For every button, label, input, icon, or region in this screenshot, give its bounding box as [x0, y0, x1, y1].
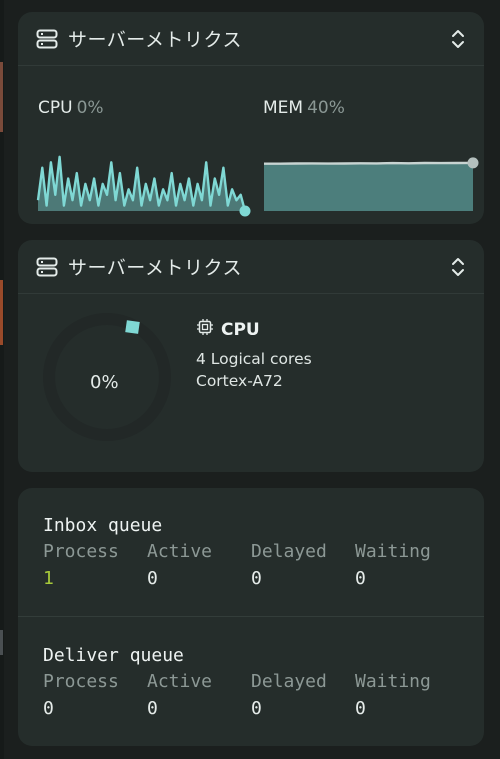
server-icon	[36, 29, 58, 49]
job-queue-widget: Inbox queue Process Active Delayed Waiti…	[18, 488, 484, 746]
mem-line	[264, 161, 474, 165]
mem-area-chart	[264, 157, 479, 211]
queue-divider	[18, 616, 484, 617]
inbox-delayed-value: 0	[251, 568, 262, 589]
inbox-header-delayed: Delayed	[251, 541, 327, 562]
widget-header: サーバーメトリクス	[18, 240, 484, 294]
mem-latest-point	[467, 157, 479, 169]
deliver-header-process: Process	[43, 671, 119, 692]
inbox-waiting-value: 0	[355, 568, 366, 589]
gauge-indicator	[125, 320, 140, 334]
background-edge	[0, 0, 4, 759]
cpu-chart-label: CPU 0%	[38, 98, 104, 118]
cpu-cores-text: 4 Logical cores	[196, 350, 312, 368]
deliver-header-delayed: Delayed	[251, 671, 327, 692]
server-metrics-chart-widget: サーバーメトリクス CPU 0% MEM 40%	[18, 12, 484, 224]
deliver-process-value: 0	[43, 698, 54, 719]
deliver-waiting-value: 0	[355, 698, 366, 719]
mem-value: 40%	[307, 98, 345, 118]
edge-fragment	[0, 630, 3, 655]
chevron-up-down-icon[interactable]	[450, 28, 466, 50]
mem-label: MEM	[263, 98, 304, 118]
deliver-active-value: 0	[147, 698, 158, 719]
cpu-chip-icon	[196, 318, 221, 341]
deliver-queue-title: Deliver queue	[43, 645, 184, 666]
chevron-up-down-icon[interactable]	[450, 256, 466, 278]
edge-fragment	[0, 280, 3, 345]
cpu-label: CPU	[38, 98, 73, 118]
deliver-delayed-value: 0	[251, 698, 262, 719]
server-icon	[36, 257, 58, 277]
cpu-model-text: Cortex-A72	[196, 372, 283, 390]
deliver-header-active: Active	[147, 671, 213, 692]
widget-title: サーバーメトリクス	[68, 257, 242, 279]
deliver-header-waiting: Waiting	[355, 671, 431, 692]
inbox-active-value: 0	[147, 568, 158, 589]
inbox-queue-title: Inbox queue	[43, 515, 163, 536]
cpu-usage-value: 0%	[90, 372, 119, 393]
inbox-header-waiting: Waiting	[355, 541, 431, 562]
cpu-heading: CPU	[196, 318, 260, 341]
widget-header: サーバーメトリクス	[18, 12, 484, 66]
mem-chart-label: MEM 40%	[263, 98, 345, 118]
inbox-header-process: Process	[43, 541, 119, 562]
cpu-value: 0%	[76, 98, 104, 118]
inbox-process-value: 1	[43, 568, 54, 589]
edge-fragment	[0, 62, 3, 132]
cpu-sparkline-chart	[36, 155, 251, 217]
cpu-title-text: CPU	[221, 319, 260, 340]
cpu-latest-point	[239, 205, 251, 217]
widget-title: サーバーメトリクス	[68, 29, 242, 51]
server-metrics-cpu-widget: サーバーメトリクス 0% CPU 4 Logical cores Cortex-…	[18, 240, 484, 472]
mem-area	[264, 162, 473, 211]
inbox-header-active: Active	[147, 541, 213, 562]
